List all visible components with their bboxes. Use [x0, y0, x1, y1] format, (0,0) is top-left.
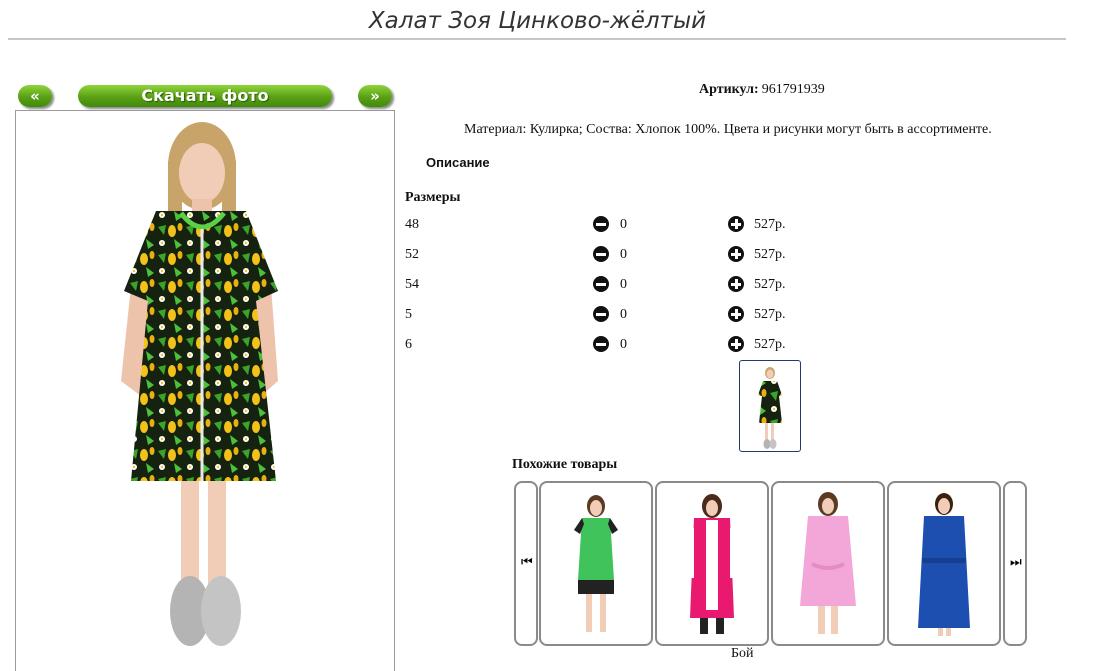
- model-in-robe-image: [121, 122, 278, 646]
- plus-icon[interactable]: [728, 216, 744, 232]
- plus-icon[interactable]: [728, 276, 744, 292]
- size-value: 48: [405, 217, 419, 232]
- plus-icon[interactable]: [728, 306, 744, 322]
- description-label[interactable]: Описание: [426, 155, 490, 170]
- skip-next-icon: ⏭: [1010, 555, 1022, 570]
- size-value: 6: [405, 337, 412, 352]
- previous-photo-button[interactable]: «: [18, 85, 52, 107]
- minus-icon[interactable]: [593, 306, 609, 322]
- quantity-value: 0: [620, 247, 627, 262]
- footer-partial-text: Бой: [731, 646, 754, 661]
- skip-previous-icon: ⏮: [521, 555, 533, 570]
- plus-icon[interactable]: [728, 336, 744, 352]
- article-value: 961791939: [761, 82, 825, 97]
- thumbnail-image: [758, 367, 782, 449]
- minus-icon[interactable]: [593, 216, 609, 232]
- price-value: 527р.: [754, 217, 786, 232]
- title-divider: [8, 38, 1066, 40]
- quantity-value: 0: [620, 277, 627, 292]
- quantity-value: 0: [620, 337, 627, 352]
- size-value: 52: [405, 247, 419, 262]
- similar-product-item[interactable]: [539, 481, 653, 646]
- main-product-photo[interactable]: [15, 110, 395, 671]
- plus-icon[interactable]: [728, 246, 744, 262]
- quantity-value: 0: [620, 217, 627, 232]
- price-value: 527р.: [754, 337, 786, 352]
- size-value: 54: [405, 277, 419, 292]
- size-value: 5: [405, 307, 412, 322]
- quantity-value: 0: [620, 307, 627, 322]
- sizes-label: Размеры: [405, 190, 461, 205]
- price-value: 527р.: [754, 307, 786, 322]
- similar-product-image: [574, 495, 618, 632]
- material-text: Материал: Кулирка; Соства: Хлопок 100%. …: [464, 122, 992, 137]
- carousel-next-button[interactable]: ⏭: [1003, 481, 1027, 646]
- price-value: 527р.: [754, 247, 786, 262]
- carousel-prev-button[interactable]: ⏮: [514, 481, 538, 646]
- download-photo-button[interactable]: Скачать фото: [78, 85, 332, 107]
- price-value: 527р.: [754, 277, 786, 292]
- product-thumbnail[interactable]: [739, 360, 801, 452]
- page-title: Халат Зоя Цинково-жёлтый: [368, 8, 707, 34]
- next-photo-button[interactable]: »: [358, 85, 392, 107]
- minus-icon[interactable]: [593, 276, 609, 292]
- similar-product-image: [918, 493, 970, 636]
- minus-icon[interactable]: [593, 336, 609, 352]
- article-label: Артикул:: [699, 82, 759, 97]
- similar-product-item[interactable]: [655, 481, 769, 646]
- similar-product-item[interactable]: [887, 481, 1001, 646]
- similar-products-label: Похожие товары: [512, 457, 618, 472]
- article-line: Артикул: 961791939: [699, 82, 825, 98]
- similar-product-image: [800, 492, 856, 634]
- minus-icon[interactable]: [593, 246, 609, 262]
- similar-product-item[interactable]: [771, 481, 885, 646]
- similar-product-image: [686, 494, 738, 634]
